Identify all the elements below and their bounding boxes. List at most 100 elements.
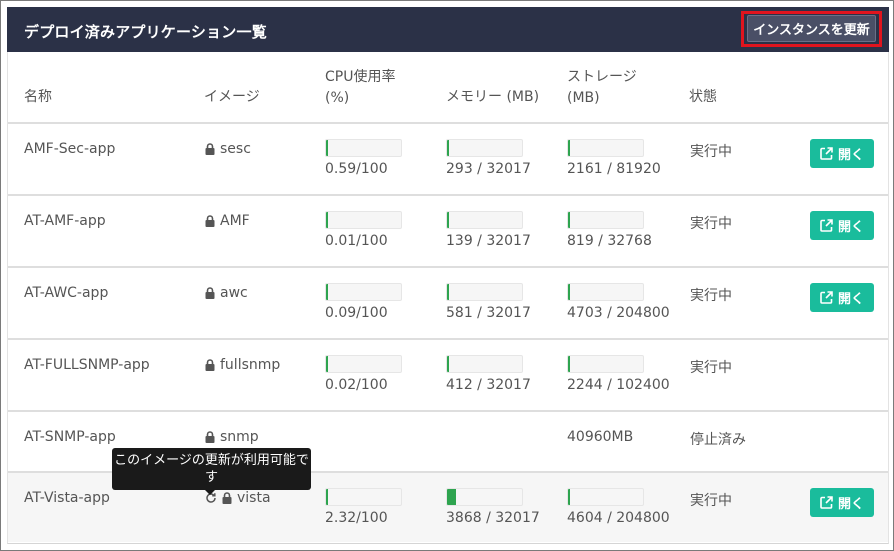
storage-meter: 2244 / 102400 bbox=[567, 355, 670, 393]
page-title: デプロイ済みアプリケーション一覧 bbox=[24, 23, 267, 41]
external-link-icon bbox=[820, 219, 833, 232]
status-text: 実行中 bbox=[690, 216, 732, 232]
memory-meter-value: 412 / 32017 bbox=[446, 377, 531, 393]
open-app-button[interactable]: 開く bbox=[810, 283, 874, 312]
memory-meter-fill bbox=[447, 140, 449, 156]
image-name: fullsnmp bbox=[220, 357, 281, 373]
cpu-meter-bar bbox=[325, 283, 402, 301]
storage-meter-bar bbox=[567, 355, 644, 373]
tooltip-arrow bbox=[205, 490, 215, 495]
external-link-icon bbox=[820, 147, 833, 160]
memory-meter-bar bbox=[446, 355, 523, 373]
cpu-meter: 0.59/100 bbox=[325, 139, 402, 177]
storage-meter-bar bbox=[567, 211, 644, 229]
lock-icon bbox=[222, 492, 232, 504]
open-app-button[interactable]: 開く bbox=[810, 139, 874, 168]
app-image: snmp bbox=[205, 429, 259, 445]
memory-meter-fill bbox=[447, 489, 457, 505]
app-name: AT-Vista-app bbox=[24, 490, 110, 506]
memory-meter: 3868 / 32017 bbox=[446, 488, 540, 526]
open-app-button[interactable]: 開く bbox=[810, 211, 874, 240]
memory-meter-value: 3868 / 32017 bbox=[446, 510, 540, 526]
app-name: AT-AMF-app bbox=[24, 213, 106, 229]
column-header-status: 状態 bbox=[689, 89, 717, 105]
memory-meter-value: 139 / 32017 bbox=[446, 233, 531, 249]
storage-meter: 2161 / 81920 bbox=[567, 139, 661, 177]
memory-meter-bar bbox=[446, 488, 523, 506]
refresh-instances-button[interactable]: インスタンスを更新 bbox=[747, 15, 876, 42]
image-name: vista bbox=[237, 490, 271, 506]
column-header-memory: メモリー (MB) bbox=[446, 89, 540, 105]
storage-meter-value: 2244 / 102400 bbox=[567, 377, 670, 393]
cpu-meter-value: 0.02/100 bbox=[325, 377, 388, 393]
column-header-image: イメージ bbox=[204, 89, 260, 105]
status-text: 停止済み bbox=[690, 432, 746, 448]
lock-icon bbox=[205, 287, 215, 299]
status-text: 実行中 bbox=[690, 360, 732, 376]
cpu-meter-fill bbox=[326, 140, 328, 156]
storage-meter: 819 / 32768 bbox=[567, 211, 652, 249]
storage-meter-bar bbox=[567, 488, 644, 506]
cpu-meter-bar bbox=[325, 211, 402, 229]
storage-meter-fill bbox=[568, 489, 570, 505]
storage-meter-bar bbox=[567, 283, 644, 301]
lock-icon bbox=[205, 215, 215, 227]
table-row: AMF-Sec-app sesc 0.59/100 293 / 32017 2161 /… bbox=[8, 122, 888, 194]
storage-meter-fill bbox=[568, 284, 570, 300]
cpu-meter: 2.32/100 bbox=[325, 488, 402, 526]
image-name: sesc bbox=[220, 141, 251, 157]
memory-meter: 139 / 32017 bbox=[446, 211, 531, 249]
open-app-button[interactable]: 開く bbox=[810, 488, 874, 517]
storage-meter: 4703 / 204800 bbox=[567, 283, 670, 321]
app-image: sesc bbox=[205, 141, 251, 157]
memory-meter-fill bbox=[447, 356, 449, 372]
memory-meter: 581 / 32017 bbox=[446, 283, 531, 321]
memory-meter: 293 / 32017 bbox=[446, 139, 531, 177]
storage-meter-fill bbox=[568, 140, 571, 156]
status-text: 実行中 bbox=[690, 144, 732, 160]
memory-meter-fill bbox=[447, 284, 449, 300]
cpu-meter-fill bbox=[326, 284, 328, 300]
lock-icon bbox=[205, 143, 215, 155]
open-button-label: 開く bbox=[837, 292, 864, 307]
cpu-meter-fill bbox=[326, 212, 328, 228]
cpu-meter: 0.02/100 bbox=[325, 355, 402, 393]
cpu-meter: 0.09/100 bbox=[325, 283, 402, 321]
storage-value: 40960MB bbox=[567, 429, 634, 445]
table-row: AT-FULLSNMP-app fullsnmp 0.02/100 412 / 320… bbox=[8, 338, 888, 410]
cpu-meter-fill bbox=[326, 489, 328, 505]
memory-meter: 412 / 32017 bbox=[446, 355, 531, 393]
memory-meter-bar bbox=[446, 283, 523, 301]
image-name: AMF bbox=[220, 213, 250, 229]
cpu-meter-bar bbox=[325, 355, 402, 373]
lock-icon bbox=[205, 431, 215, 443]
cpu-meter-value: 0.01/100 bbox=[325, 233, 388, 249]
image-name: awc bbox=[220, 285, 248, 301]
column-header-storage: ストレージ (MB) bbox=[567, 69, 637, 106]
storage-meter-value: 2161 / 81920 bbox=[567, 161, 661, 177]
cpu-meter-value: 2.32/100 bbox=[325, 510, 388, 526]
memory-meter-bar bbox=[446, 139, 523, 157]
storage-meter-value: 4604 / 204800 bbox=[567, 510, 670, 526]
external-link-icon bbox=[820, 291, 833, 304]
open-button-label: 開く bbox=[837, 220, 864, 235]
cpu-meter-value: 0.09/100 bbox=[325, 305, 388, 321]
app-name: AT-FULLSNMP-app bbox=[24, 357, 150, 373]
cpu-meter-fill bbox=[326, 356, 328, 372]
table-row: AT-AMF-app AMF 0.01/100 139 / 32017 819 / 32… bbox=[8, 194, 888, 266]
applications-panel: デプロイ済みアプリケーション一覧 インスタンスを更新 名称 イメージ CPU使用… bbox=[0, 0, 894, 551]
open-button-label: 開く bbox=[837, 497, 864, 512]
app-name: AMF-Sec-app bbox=[24, 141, 116, 157]
update-available-tooltip: このイメージの更新が利用可能です bbox=[112, 448, 311, 490]
status-text: 実行中 bbox=[690, 288, 732, 304]
storage-meter: 4604 / 204800 bbox=[567, 488, 670, 526]
memory-meter-fill bbox=[447, 212, 449, 228]
memory-meter-bar bbox=[446, 211, 523, 229]
storage-meter-bar bbox=[567, 139, 644, 157]
table-row: AT-AWC-app awc 0.09/100 581 / 32017 4703 / 2… bbox=[8, 266, 888, 338]
cpu-meter-value: 0.59/100 bbox=[325, 161, 388, 177]
app-image: awc bbox=[205, 285, 248, 301]
storage-meter-fill bbox=[568, 212, 570, 228]
cpu-meter-bar bbox=[325, 488, 402, 506]
app-image: AMF bbox=[205, 213, 250, 229]
